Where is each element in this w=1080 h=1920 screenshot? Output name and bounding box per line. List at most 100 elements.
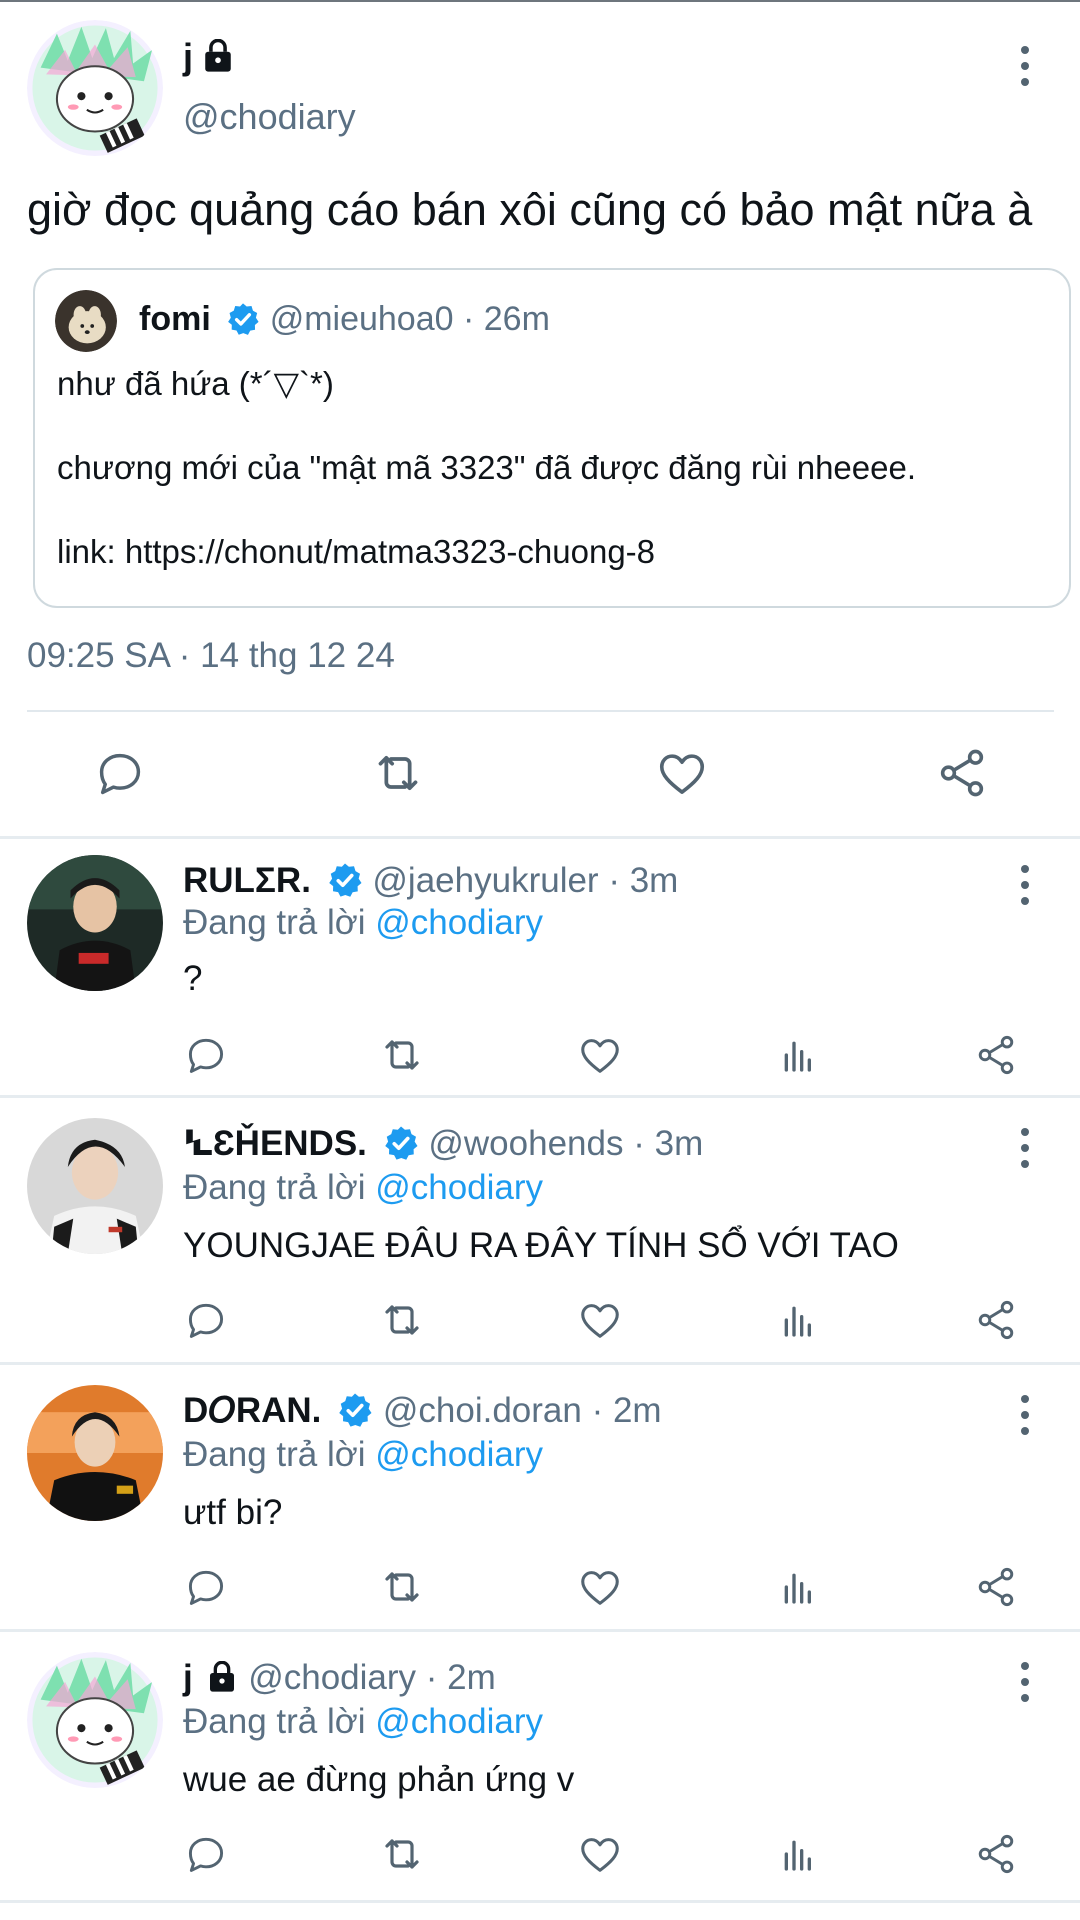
retweet-icon [385, 1572, 419, 1602]
more-icon[interactable] [1015, 1128, 1035, 1168]
reply-icon [188, 1303, 224, 1338]
replying-to: Đang trả lời @chodiary [183, 1702, 543, 1742]
author-handle[interactable]: @chodiary [183, 96, 356, 138]
share-button[interactable] [972, 1830, 1020, 1878]
lock-icon [201, 38, 235, 78]
time: · 3m [633, 1124, 704, 1163]
author-name-row[interactable]: j [183, 36, 235, 78]
reply-tweet[interactable]: j @chodiary · 2m Đang trả lời @chodiary … [0, 1632, 1080, 1902]
retweet-button[interactable] [378, 1031, 426, 1079]
mention-link[interactable]: @chodiary [375, 1702, 543, 1741]
avatar[interactable] [27, 855, 163, 991]
main-tweet: j @chodiary giờ đọc quảng cáo bán xôi cũ… [0, 0, 1080, 838]
replying-prefix: Đang trả lời [183, 903, 366, 942]
share-icon [978, 1834, 1014, 1874]
tweet-text: giờ đọc quảng cáo bán xôi cũng có bảo mậ… [27, 184, 1033, 235]
analytics-button[interactable] [774, 1296, 822, 1344]
replying-to: Đang trả lời @chodiary [183, 1435, 543, 1475]
replying-to: Đang trả lời @chodiary [183, 903, 543, 943]
share-button[interactable] [972, 1031, 1020, 1079]
quote-avatar [55, 290, 117, 352]
reply-icon [99, 753, 141, 795]
analytics-button[interactable] [774, 1563, 822, 1611]
like-icon [581, 1304, 619, 1338]
reply-tweet[interactable]: D𝘖RAN. @choi.doran · 2m Đang trả lời @ch… [0, 1365, 1080, 1629]
reply-tweet[interactable]: ꝆƐȞENDS. @woohends · 3m Đang trả lời @ch… [0, 1098, 1080, 1362]
share-button[interactable] [972, 1563, 1020, 1611]
replying-prefix: Đang trả lời [183, 1702, 366, 1741]
display-name[interactable]: ꝆƐȞENDS. [183, 1124, 367, 1163]
quote-text-line: như đã hứa (*´▽`*) [57, 365, 334, 402]
display-name[interactable]: j [183, 36, 193, 77]
display-name[interactable]: D𝘖RAN. [183, 1391, 321, 1430]
more-icon[interactable] [1015, 1662, 1035, 1702]
mention-link[interactable]: @chodiary [375, 903, 543, 942]
retweet-icon [385, 1040, 419, 1070]
handle[interactable]: @chodiary [248, 1658, 416, 1697]
verified-badge-icon [226, 302, 260, 345]
reply-tweet[interactable]: RULΣR. @jaehyukruler · 3m Đang trả lời @… [0, 839, 1080, 1095]
mention-link[interactable]: @chodiary [375, 1435, 543, 1474]
display-name[interactable]: j [183, 1658, 193, 1697]
display-name[interactable]: RULΣR. [183, 861, 311, 900]
verified-badge-icon [327, 862, 363, 907]
quote-header: fomi @mieuhoa0 · 26m [139, 300, 550, 345]
share-button[interactable] [972, 1296, 1020, 1344]
reply-header: ꝆƐȞENDS. @woohends · 3m [183, 1124, 703, 1170]
mention-link[interactable]: @chodiary [375, 1168, 543, 1207]
avatar[interactable] [27, 20, 163, 156]
replying-to: Đang trả lời @chodiary [183, 1168, 543, 1208]
time: · 3m [608, 861, 679, 900]
reply-button[interactable] [182, 1296, 230, 1344]
analytics-button[interactable] [774, 1031, 822, 1079]
handle[interactable]: @jaehyukruler [372, 861, 598, 900]
time: · 2m [425, 1658, 496, 1697]
tweet-timestamp: 09:25 SA · 14 thg 12 24 [27, 636, 395, 675]
reply-icon [188, 1038, 224, 1073]
quote-text-line: chương mới của "mật mã 3323" đã được đăn… [57, 449, 916, 486]
analytics-icon [784, 1041, 811, 1072]
reply-header: D𝘖RAN. @choi.doran · 2m [183, 1391, 662, 1437]
time: · 2m [591, 1391, 662, 1430]
quote-link-line: link: https://chonut/matma3323-chuong-8 [57, 533, 656, 570]
reply-button[interactable] [182, 1031, 230, 1079]
reply-button[interactable] [182, 1830, 230, 1878]
share-icon [978, 1035, 1014, 1075]
like-button[interactable] [576, 1830, 624, 1878]
like-icon [581, 1838, 619, 1872]
reply-icon [188, 1570, 224, 1605]
share-icon [978, 1300, 1014, 1340]
share-button[interactable] [934, 745, 990, 801]
more-icon[interactable] [1015, 46, 1035, 86]
like-button[interactable] [576, 1296, 624, 1344]
avatar[interactable] [27, 1385, 163, 1521]
reply-button[interactable] [92, 745, 148, 801]
avatar[interactable] [27, 1652, 163, 1788]
replying-prefix: Đang trả lời [183, 1435, 366, 1474]
quote-time: · 26m [463, 300, 550, 338]
reply-button[interactable] [182, 1563, 230, 1611]
share-icon [978, 1567, 1014, 1607]
more-icon[interactable] [1015, 865, 1035, 905]
separator [0, 1900, 1080, 1903]
analytics-button[interactable] [774, 1830, 822, 1878]
reply-text: ưtf bi? [183, 1493, 283, 1532]
replying-prefix: Đang trả lời [183, 1168, 366, 1207]
like-button[interactable] [576, 1031, 624, 1079]
retweet-button[interactable] [370, 745, 426, 801]
like-button[interactable] [576, 1563, 624, 1611]
like-icon [581, 1571, 619, 1605]
share-icon [940, 749, 984, 797]
like-button[interactable] [654, 745, 710, 801]
retweet-button[interactable] [378, 1830, 426, 1878]
retweet-icon [385, 1839, 419, 1869]
handle[interactable]: @choi.doran [383, 1391, 582, 1430]
retweet-button[interactable] [378, 1296, 426, 1344]
avatar[interactable] [27, 1118, 163, 1254]
more-icon[interactable] [1015, 1395, 1035, 1435]
retweet-button[interactable] [378, 1563, 426, 1611]
handle[interactable]: @woohends [428, 1124, 623, 1163]
like-icon [659, 754, 705, 794]
quoted-tweet[interactable]: fomi @mieuhoa0 · 26m như đã hứa (*´▽`*) … [33, 268, 1071, 608]
reply-header: RULΣR. @jaehyukruler · 3m [183, 861, 678, 907]
